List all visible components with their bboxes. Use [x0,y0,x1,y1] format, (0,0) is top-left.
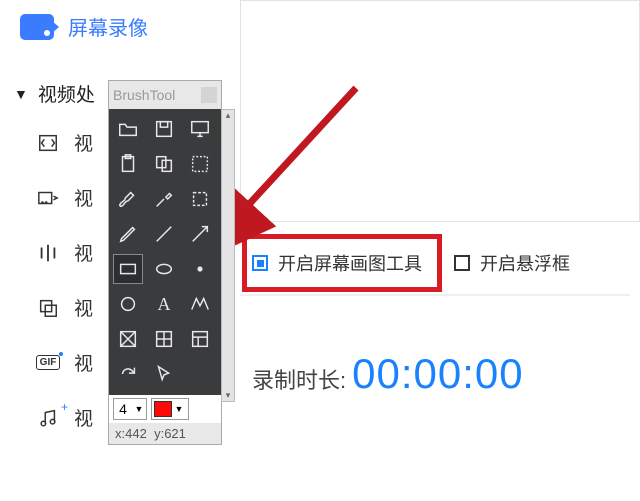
brush-cursor-icon[interactable] [149,359,179,389]
resize-icon [36,131,60,155]
timer-value: 00:00:00 [352,350,524,398]
brush-grid-icon[interactable] [149,324,179,354]
brush-status-bar: x:442 y:621 [109,423,221,444]
caret-down-icon: ▼ [14,86,28,102]
brush-pencil-icon[interactable] [113,219,143,249]
sidebar-item-label: 视 [74,294,93,321]
stroke-width-input[interactable]: 4 ▼ [113,398,147,420]
scrollbar[interactable] [221,109,235,402]
preview-area [240,0,640,222]
brush-dashed-box-icon[interactable] [185,184,215,214]
brand-title: 屏幕录像 [68,12,148,41]
checkbox-icon [454,255,470,271]
brush-layout-icon[interactable] [185,324,215,354]
timer-row: 录制时长: 00:00:00 [240,350,640,398]
timer-label: 录制时长: [252,363,346,395]
enable-float-box-checkbox[interactable]: 开启悬浮框 [454,250,570,276]
brush-eyedropper-icon[interactable] [149,184,179,214]
brush-open-folder-icon[interactable] [113,114,143,144]
color-picker[interactable]: ▼ [151,398,189,420]
brush-zigzag-icon[interactable] [185,289,215,319]
sidebar-item-label: 视 [74,184,93,211]
brush-grid-dashed-icon[interactable] [185,149,215,179]
sidebar-item-label: 视 [74,349,93,376]
copy-icon [36,296,60,320]
brush-rectangle-icon[interactable] [113,254,143,284]
brush-tool-panel[interactable]: BrushTool A 4 ▼ ▼ x:442 y:621 [108,80,222,445]
sidebar-item-label: 视 [74,129,93,156]
brush-brush-icon[interactable] [113,184,143,214]
color-swatch [154,401,172,417]
brush-monitor-icon[interactable] [185,114,215,144]
brush-arrow-line-icon[interactable] [185,219,215,249]
brush-circle-icon[interactable] [113,289,143,319]
tree-header-label: 视频处 [38,80,95,107]
sidebar-item-label: 视 [74,404,93,431]
checkbox-label: 开启屏幕画图工具 [278,250,422,276]
brush-dot-icon[interactable] [185,254,215,284]
brush-ellipse-icon[interactable] [149,254,179,284]
brush-redo-icon[interactable] [113,359,143,389]
equalizer-icon [36,241,60,265]
brush-copy-icon[interactable] [149,149,179,179]
brush-blank-icon[interactable] [185,359,215,389]
checkbox-label: 开启悬浮框 [480,250,570,276]
dropdown-icon[interactable]: ▼ [172,404,186,414]
gif-icon: GIF [36,351,60,375]
brush-line-icon[interactable] [149,219,179,249]
options-row: 开启屏幕画图工具 开启悬浮框 [240,232,630,296]
music-icon: + [36,406,60,430]
dropdown-icon[interactable]: ▼ [132,404,146,414]
stroke-width-value: 4 [114,401,132,417]
enable-draw-tool-checkbox[interactable]: 开启屏幕画图工具 [252,250,422,276]
brand-icon [20,14,54,40]
checkbox-icon [252,255,268,271]
swap-icon [36,186,60,210]
sidebar-item-label: 视 [74,239,93,266]
brush-letter-a-icon[interactable]: A [149,289,179,319]
close-icon[interactable] [201,87,217,103]
brush-clipboard-icon[interactable] [113,149,143,179]
brush-panel-title: BrushTool [113,87,175,103]
brush-transparent-icon[interactable] [113,324,143,354]
brush-save-icon[interactable] [149,114,179,144]
